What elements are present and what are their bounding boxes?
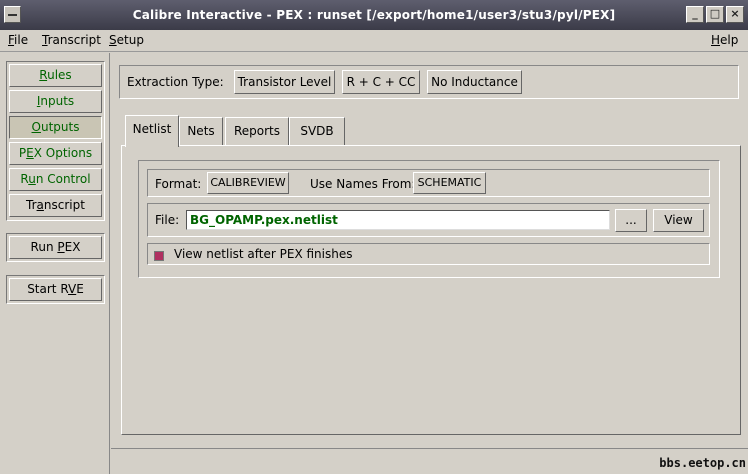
tab-reports[interactable]: Reports [225,117,289,145]
start-rve-button[interactable]: Start RVE [9,278,102,301]
sidebar-nav-group: Rules Inputs Outputs PEX Options Run Con… [6,61,105,221]
view-after-checkbox[interactable] [154,251,164,261]
use-names-label: Use Names From: [310,177,416,191]
sidebar: Rules Inputs Outputs PEX Options Run Con… [0,53,110,474]
menu-transcript[interactable]: Transcript [42,33,101,47]
tab-svdb[interactable]: SVDB [289,117,345,145]
status-bar [111,448,748,474]
sidebar-item-pex-options[interactable]: PEX Options [9,142,102,165]
rc-cc-button[interactable]: R + C + CC [342,70,420,94]
menu-bar: File Transcript Setup Help [0,30,748,52]
no-inductance-button[interactable]: No Inductance [427,70,522,94]
file-row: File: BG_OPAMP.pex.netlist ... View [147,203,710,237]
minimize-icon[interactable]: _ [686,6,704,23]
extraction-type-bar: Extraction Type: Transistor Level R + C … [119,65,739,99]
sidebar-item-outputs[interactable]: Outputs [9,116,102,139]
title-bar: Calibre Interactive - PEX : runset [/exp… [0,0,748,30]
format-dropdown[interactable]: CALIBREVIEW [207,172,289,194]
file-label: File: [155,213,180,227]
use-names-dropdown[interactable]: SCHEMATIC [413,172,486,194]
menu-file[interactable]: File [8,33,28,47]
sidebar-item-rules[interactable]: Rules [9,64,102,87]
sidebar-item-transcript[interactable]: Transcript [9,194,102,217]
transistor-level-button[interactable]: Transistor Level [234,70,335,94]
browse-button[interactable]: ... [615,209,647,232]
start-rve-group: Start RVE [6,275,105,304]
menu-help[interactable]: Help [711,33,738,47]
netlist-settings-box: Format: CALIBREVIEW Use Names From: SCHE… [138,160,720,278]
view-button[interactable]: View [653,209,704,232]
extraction-type-label: Extraction Type: [127,75,224,89]
view-after-label: View netlist after PEX finishes [174,247,353,261]
tab-netlist[interactable]: Netlist [125,115,179,147]
run-pex-button[interactable]: Run PEX [9,236,102,259]
window-title: Calibre Interactive - PEX : runset [/exp… [132,8,616,22]
main-area: Extraction Type: Transistor Level R + C … [111,53,748,448]
format-row: Format: CALIBREVIEW Use Names From: SCHE… [147,169,710,197]
sidebar-item-run-control[interactable]: Run Control [9,168,102,191]
close-icon[interactable]: × [726,6,744,23]
file-input[interactable]: BG_OPAMP.pex.netlist [186,210,610,230]
tab-nets[interactable]: Nets [179,117,223,145]
netlist-tab-panel: Format: CALIBREVIEW Use Names From: SCHE… [121,145,741,435]
run-pex-group: Run PEX [6,233,105,262]
sidebar-item-inputs[interactable]: Inputs [9,90,102,113]
maximize-icon[interactable]: □ [706,6,724,23]
watermark: bbs.eetop.cn [659,456,746,470]
format-label: Format: [155,177,202,191]
menu-setup[interactable]: Setup [109,33,144,47]
view-after-row: View netlist after PEX finishes [147,243,710,265]
